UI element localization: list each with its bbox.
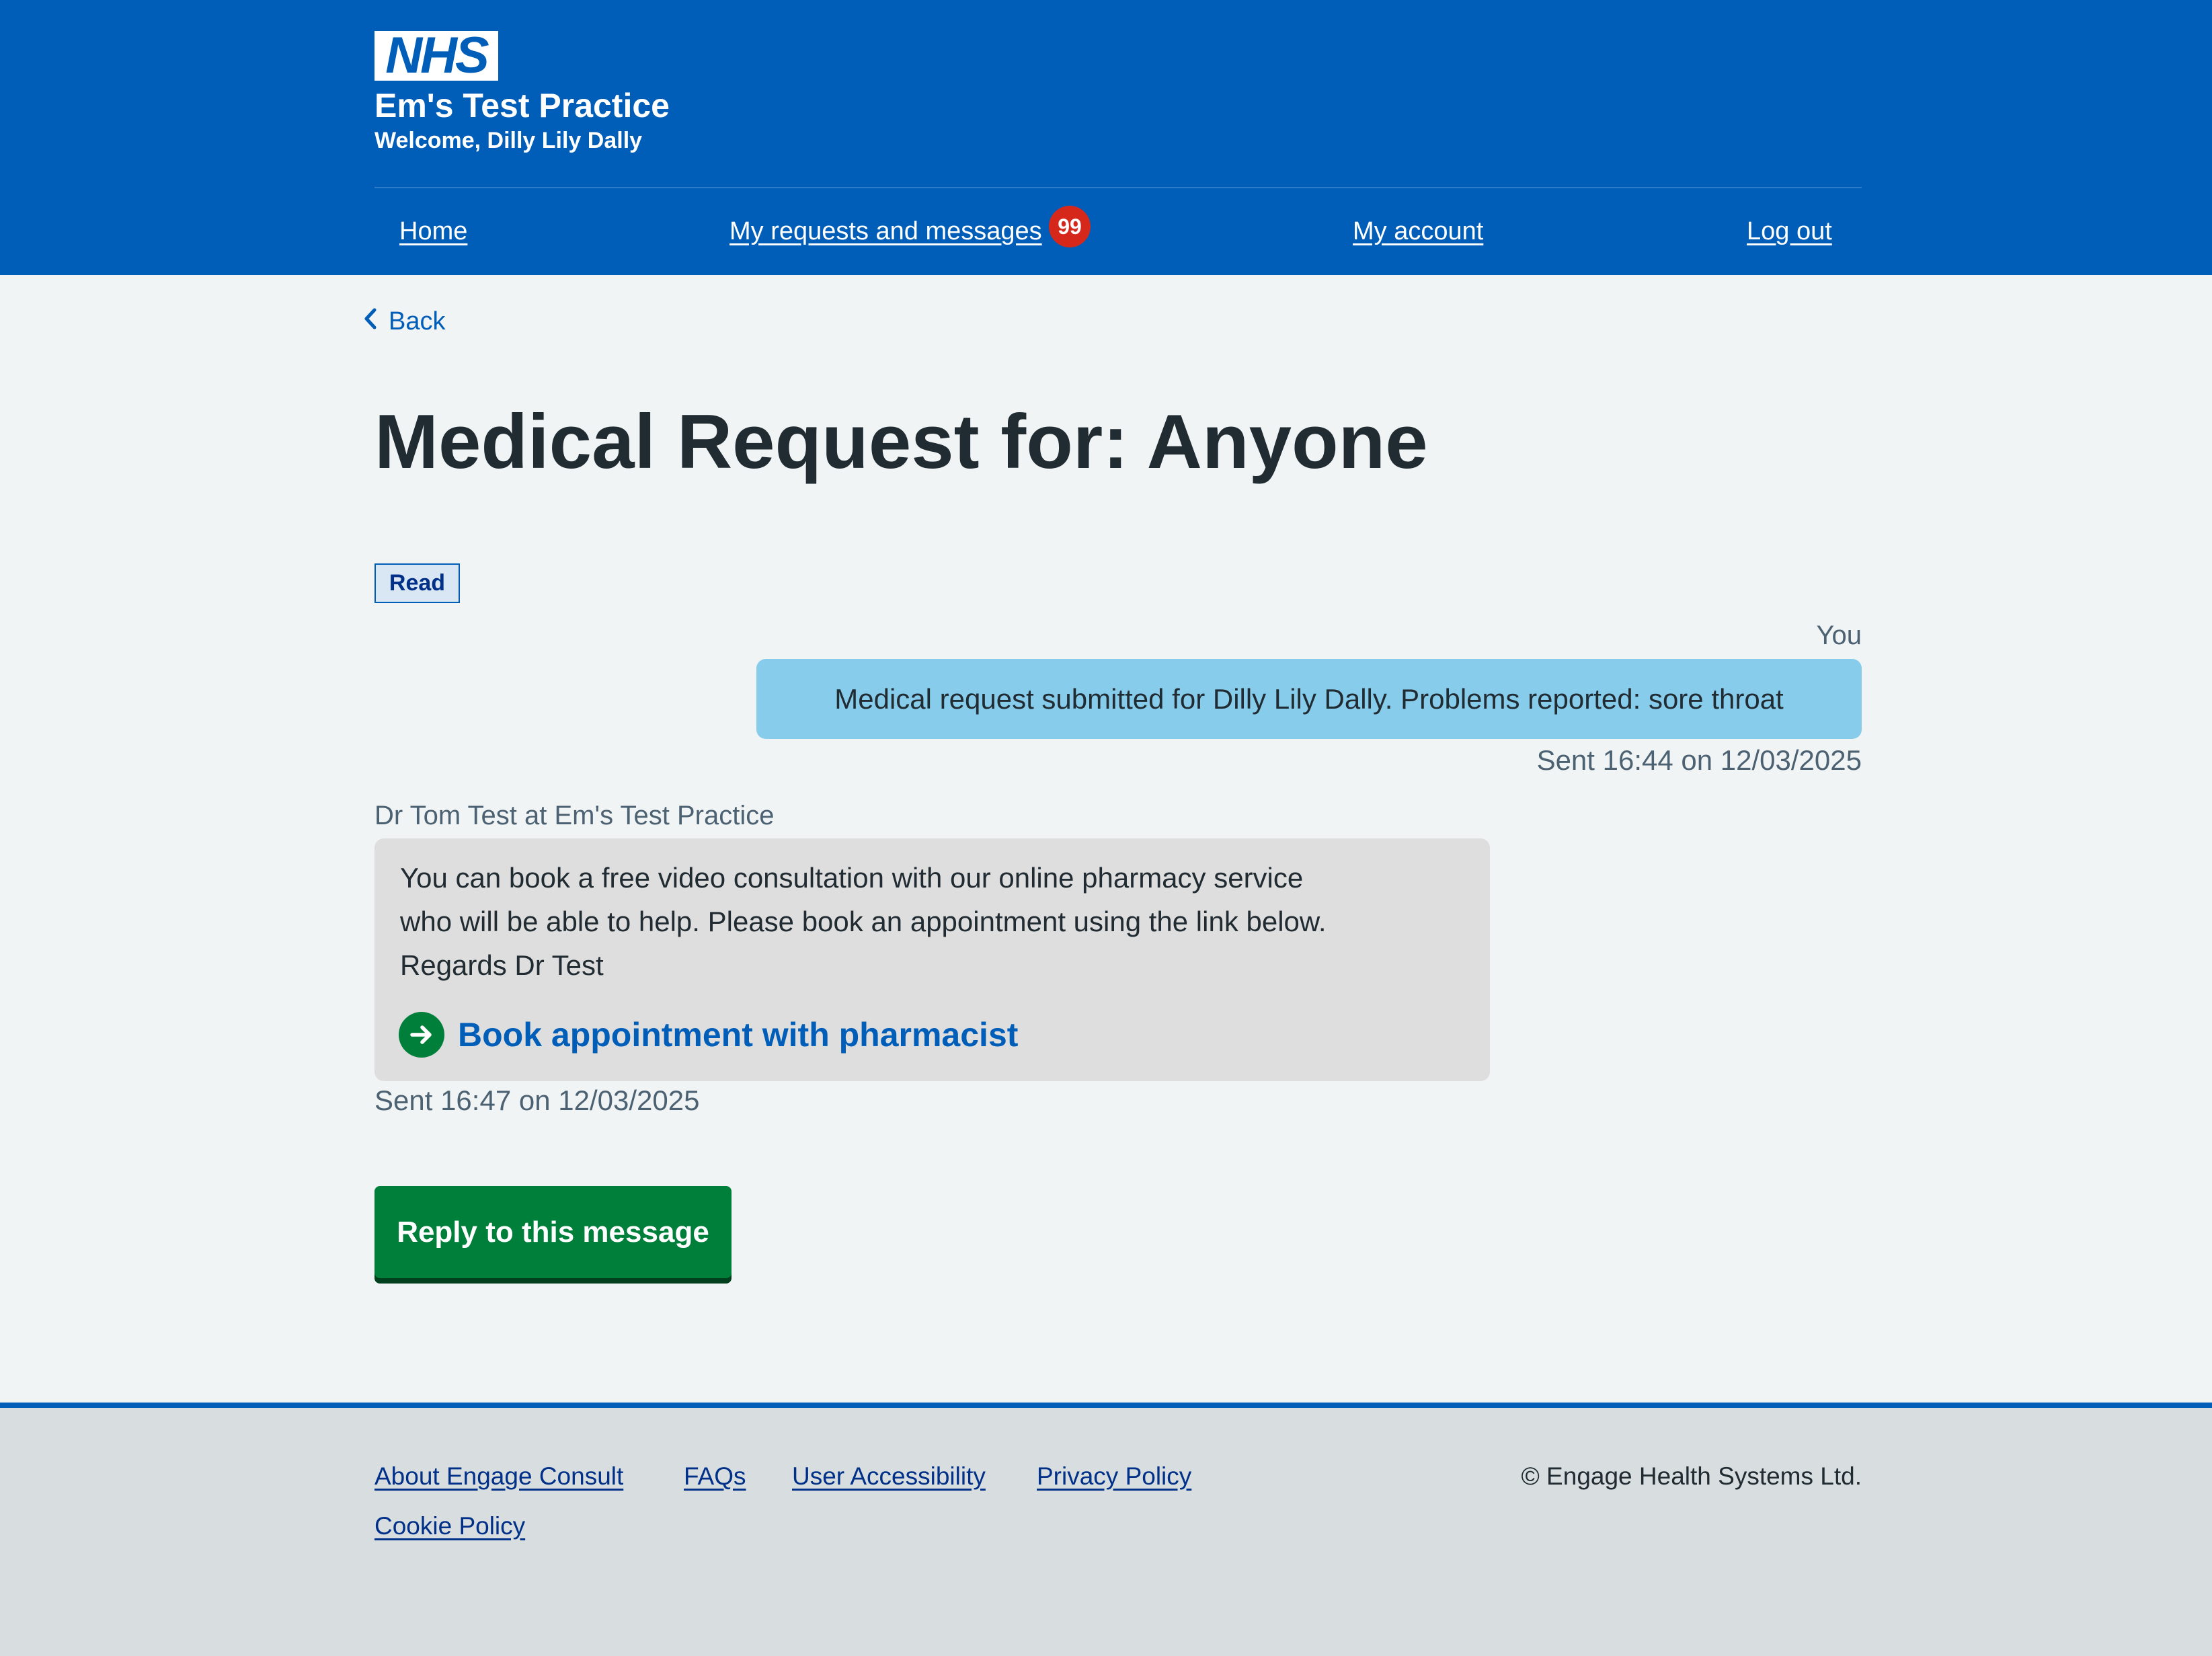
arrow-right-circle-icon bbox=[399, 1012, 444, 1058]
practice-name: Em's Test Practice bbox=[374, 87, 670, 124]
copyright-notice: © Engage Health Systems Ltd. bbox=[1521, 1462, 1862, 1490]
nav-my-requests-and-messages[interactable]: My requests and messages bbox=[729, 215, 1042, 247]
book-pharmacist-label: Book appointment with pharmacist bbox=[458, 1016, 1019, 1054]
site-header: NHS Em's Test Practice Welcome, Dilly Li… bbox=[0, 0, 2212, 275]
doctor-message-line: You can book a free video consultation w… bbox=[400, 862, 1304, 894]
doctor-message-line: who will be able to help. Please book an… bbox=[400, 906, 1327, 937]
status-tag: Read bbox=[374, 563, 460, 603]
footer-link-cookies[interactable]: Cookie Policy bbox=[374, 1511, 525, 1542]
doctor-message-timestamp: Sent 16:47 on 12/03/2025 bbox=[374, 1085, 700, 1116]
message-sender-you: You bbox=[1816, 621, 1862, 650]
back-link-label: Back bbox=[389, 307, 446, 336]
header-divider bbox=[374, 187, 1862, 188]
page-title: Medical Request for: Anyone bbox=[374, 399, 1428, 485]
nhs-logo[interactable]: NHS bbox=[374, 27, 498, 84]
nav-log-out[interactable]: Log out bbox=[1747, 215, 1832, 247]
user-message-timestamp: Sent 16:44 on 12/03/2025 bbox=[1536, 744, 1862, 776]
footer-link-about[interactable]: About Engage Consult bbox=[374, 1461, 623, 1492]
user-message-bubble: Medical request submitted for Dilly Lily… bbox=[756, 659, 1862, 739]
footer-link-faqs[interactable]: FAQs bbox=[684, 1461, 746, 1492]
doctor-message-bubble: You can book a free video consultation w… bbox=[374, 838, 1490, 1081]
back-link[interactable]: Back bbox=[363, 305, 445, 338]
footer-link-accessibility[interactable]: User Accessibility bbox=[792, 1461, 986, 1492]
back-chevron-icon bbox=[363, 305, 378, 338]
unread-count-badge: 99 bbox=[1049, 206, 1091, 247]
book-pharmacist-link[interactable]: Book appointment with pharmacist bbox=[399, 1012, 1018, 1058]
nhs-logo-text: NHS bbox=[385, 27, 489, 84]
message-sender-doctor: Dr Tom Test at Em's Test Practice bbox=[374, 801, 775, 830]
footer-link-privacy[interactable]: Privacy Policy bbox=[1037, 1461, 1191, 1492]
welcome-message: Welcome, Dilly Lily Dally bbox=[374, 128, 643, 153]
nav-home[interactable]: Home bbox=[399, 215, 467, 247]
site-footer bbox=[0, 1403, 2212, 1656]
doctor-message-line: Regards Dr Test bbox=[400, 949, 604, 981]
reply-button[interactable]: Reply to this message bbox=[374, 1186, 732, 1278]
nav-my-account[interactable]: My account bbox=[1353, 215, 1483, 247]
doctor-message-text: You can book a free video consultation w… bbox=[400, 856, 1476, 987]
